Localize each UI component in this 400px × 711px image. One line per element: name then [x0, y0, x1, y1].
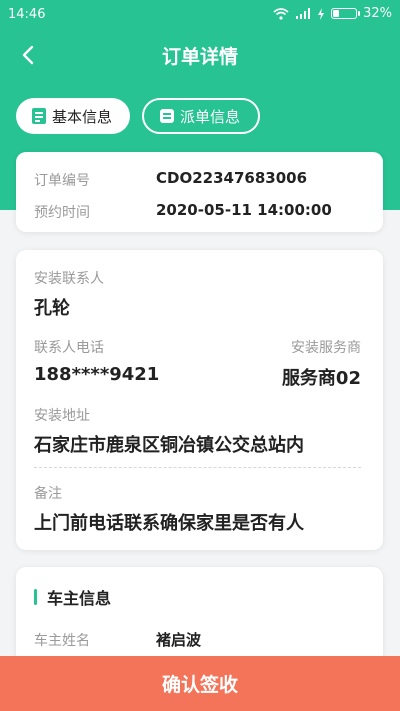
install-provider-value: 服务商02: [281, 368, 361, 389]
install-contact-label: 安装联系人: [34, 271, 104, 287]
confirm-receipt-button[interactable]: 确认签收: [0, 656, 400, 711]
install-provider-label: 安装服务商: [291, 340, 361, 356]
appointment-time-value: 2020-05-11 14:00:00: [156, 201, 332, 219]
remark-value: 上门前电话联系确保家里是否有人: [34, 513, 304, 534]
info-tabs: 基本信息 派单信息: [16, 98, 261, 134]
tab-dispatch-info[interactable]: 派单信息: [142, 98, 261, 134]
owner-name-label: 车主姓名: [34, 633, 90, 649]
owner-name-value: 褚启波: [156, 631, 202, 649]
order-number-value: CDO22347683006: [156, 169, 308, 187]
order-number-label: 订单编号: [34, 173, 90, 189]
battery-fill: [333, 10, 340, 17]
battery-icon: [331, 8, 361, 19]
status-bar: 14:46 32%: [0, 0, 400, 30]
document-icon: [32, 108, 46, 124]
charging-icon: [318, 7, 325, 20]
status-time: 14:46: [8, 7, 46, 22]
page-title: 订单详情: [161, 46, 238, 68]
signal-icon: [296, 7, 311, 19]
install-contact-value: 孔轮: [34, 298, 70, 319]
battery-percent: 32%: [363, 6, 392, 21]
status-icons: 32%: [273, 6, 392, 21]
appointment-time-label: 预约时间: [34, 205, 90, 221]
tab-basic-info[interactable]: 基本信息: [16, 98, 131, 134]
dashed-divider: [34, 467, 361, 468]
install-address-value: 石家庄市鹿泉区铜冶镇公交总站内: [34, 435, 304, 456]
contact-phone-label: 联系人电话: [34, 340, 104, 356]
tab-basic-info-label: 基本信息: [52, 107, 113, 126]
owner-section-header: 车主信息: [34, 585, 111, 609]
section-accent-bar: [34, 589, 37, 605]
owner-section-title: 车主信息: [47, 589, 112, 608]
list-icon: [160, 109, 175, 123]
install-address-label: 安装地址: [34, 408, 90, 424]
order-card: 订单编号 CDO22347683006 预约时间 2020-05-11 14:0…: [16, 152, 383, 232]
contact-phone-value[interactable]: 188****9421: [34, 364, 159, 385]
install-info-card: 安装联系人 孔轮 联系人电话 188****9421 安装服务商 服务商02 安…: [16, 250, 383, 550]
tab-dispatch-info-label: 派单信息: [180, 107, 241, 126]
remark-label: 备注: [34, 486, 62, 502]
navigation-bar: 订单详情: [0, 30, 400, 80]
wifi-icon: [273, 7, 289, 20]
